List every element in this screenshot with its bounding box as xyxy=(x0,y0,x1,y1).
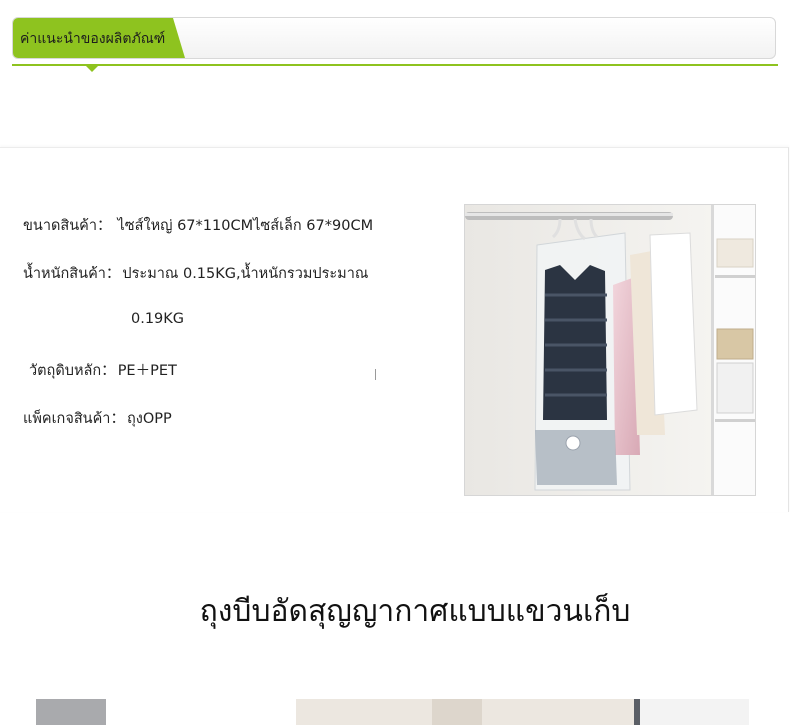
spec-row-size: ขนาดสินค้า： ไซส์ใหญ่ 67*110CMไซส์เล็ก 67*… xyxy=(23,214,373,237)
spec-row-package: แพ็คเกจสินค้า： ถุงOPP xyxy=(23,407,172,430)
spec-label: วัตถุดิบหลัก： xyxy=(29,363,116,379)
spec-row-weight-cont: 0.19KG xyxy=(131,311,184,327)
spec-row-material: วัตถุดิบหลัก： PE＋PET xyxy=(29,359,177,382)
spec-label: แพ็คเกจสินค้า： xyxy=(23,411,125,427)
divider-mark xyxy=(375,369,376,380)
header-title: ค่าแนะนำของผลิตภัณฑ์ xyxy=(20,31,166,47)
spec-label: ขนาดสินค้า： xyxy=(23,218,112,234)
header-pointer-icon xyxy=(86,66,98,72)
section-header: ค่าแนะนำของผลิตภัณฑ์ xyxy=(12,17,778,72)
section-title: ถุงบีบอัดสุญญากาศแบบแขวนเก็บ xyxy=(199,594,631,629)
product-photo-illustration xyxy=(465,205,755,495)
spec-value: ถุงOPP xyxy=(126,411,172,427)
bottom-photo xyxy=(36,699,749,725)
spec-value: ประมาณ 0.15KG,น้ำหนักรวมประมาณ xyxy=(122,266,369,282)
bottom-photo-illustration xyxy=(36,699,749,725)
spec-value: PE＋PET xyxy=(117,363,177,379)
spec-label: น้ำหนักสินค้า： xyxy=(23,266,121,282)
header-box: ค่าแนะนำของผลิตภัณฑ์ xyxy=(12,17,776,59)
spec-value: 0.19KG xyxy=(131,311,185,327)
spec-row-weight: น้ำหนักสินค้า： ประมาณ 0.15KG,น้ำหนักรวมปร… xyxy=(23,262,368,285)
header-underline xyxy=(12,64,778,66)
spec-value: ไซส์ใหญ่ 67*110CMไซส์เล็ก 67*90CM xyxy=(117,218,374,234)
product-photo xyxy=(464,204,756,496)
